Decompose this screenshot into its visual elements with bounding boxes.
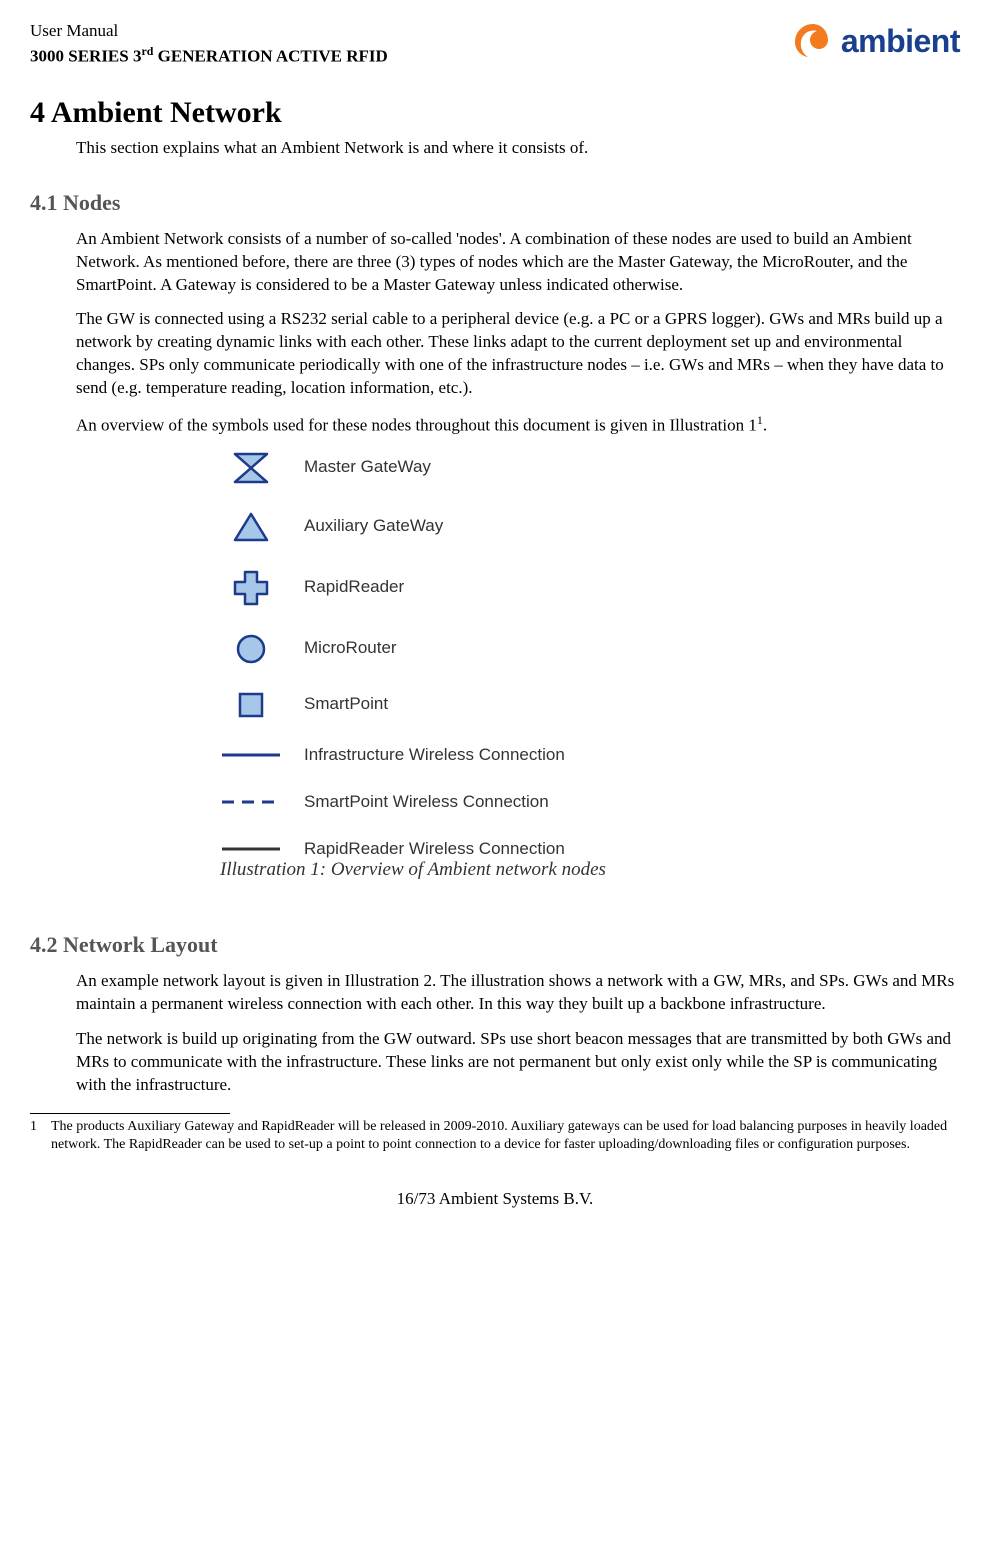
footnote-rule (30, 1113, 230, 1114)
section-4-1-p3: An overview of the symbols used for thes… (76, 412, 960, 438)
legend-label: MicroRouter (304, 637, 397, 660)
p3-suffix: . (763, 416, 767, 435)
illustration-1: Master GateWay Auxiliary GateWay RapidRe… (220, 450, 960, 882)
p3-prefix: An overview of the symbols used for thes… (76, 416, 757, 435)
section-4-1-p1: An Ambient Network consists of a number … (76, 228, 960, 297)
legend-label: Master GateWay (304, 456, 431, 479)
illustration-caption: Illustration 1: Overview of Ambient netw… (220, 857, 620, 883)
footnote-1: 1 The products Auxiliary Gateway and Rap… (30, 1118, 960, 1154)
legend-label: Infrastructure Wireless Connection (304, 744, 565, 767)
title-prefix: 3000 SERIES 3 (30, 47, 141, 66)
logo-text: ambient (841, 20, 960, 63)
master-gateway-icon (220, 450, 282, 486)
legend-label: SmartPoint Wireless Connection (304, 791, 549, 814)
logo-swirl-icon (791, 20, 835, 64)
section-4-2-p1: An example network layout is given in Il… (76, 970, 960, 1016)
rapidreader-connection-icon (220, 844, 282, 854)
legend-row-microrouter: MicroRouter (220, 632, 960, 666)
legend-row-smartpoint-connection: SmartPoint Wireless Connection (220, 791, 960, 814)
smartpoint-icon (220, 690, 282, 720)
page-footer: 16/73 Ambient Systems B.V. (30, 1188, 960, 1211)
heading-section-4-2: 4.2 Network Layout (30, 930, 960, 960)
legend-label: SmartPoint (304, 693, 388, 716)
legend-label: RapidReader (304, 576, 404, 599)
page-header: User Manual 3000 SERIES 3rd GENERATION A… (30, 20, 960, 69)
ordinal-suffix: rd (141, 44, 153, 58)
footnote-number: 1 (30, 1118, 37, 1154)
legend-row-smartpoint: SmartPoint (220, 690, 960, 720)
smartpoint-connection-icon (220, 797, 282, 807)
header-titles: User Manual 3000 SERIES 3rd GENERATION A… (30, 20, 388, 69)
microrouter-icon (220, 632, 282, 666)
logo: ambient (791, 20, 960, 64)
legend-row-rapidreader: RapidReader (220, 568, 960, 608)
title-suffix: GENERATION ACTIVE RFID (153, 47, 387, 66)
section-4-intro: This section explains what an Ambient Ne… (76, 137, 960, 160)
heading-section-4: 4 Ambient Network (30, 93, 960, 134)
doc-title: 3000 SERIES 3rd GENERATION ACTIVE RFID (30, 43, 388, 69)
legend-row-auxiliary-gateway: Auxiliary GateWay (220, 510, 960, 544)
doc-type: User Manual (30, 20, 388, 43)
legend-row-infra-connection: Infrastructure Wireless Connection (220, 744, 960, 767)
auxiliary-gateway-icon (220, 510, 282, 544)
rapidreader-icon (220, 568, 282, 608)
legend-row-master-gateway: Master GateWay (220, 450, 960, 486)
section-4-2-p2: The network is build up originating from… (76, 1028, 960, 1097)
heading-section-4-1: 4.1 Nodes (30, 188, 960, 218)
section-4-1-p2: The GW is connected using a RS232 serial… (76, 308, 960, 400)
legend-label: Auxiliary GateWay (304, 515, 443, 538)
footnote-text: The products Auxiliary Gateway and Rapid… (51, 1118, 960, 1154)
infra-connection-icon (220, 750, 282, 760)
